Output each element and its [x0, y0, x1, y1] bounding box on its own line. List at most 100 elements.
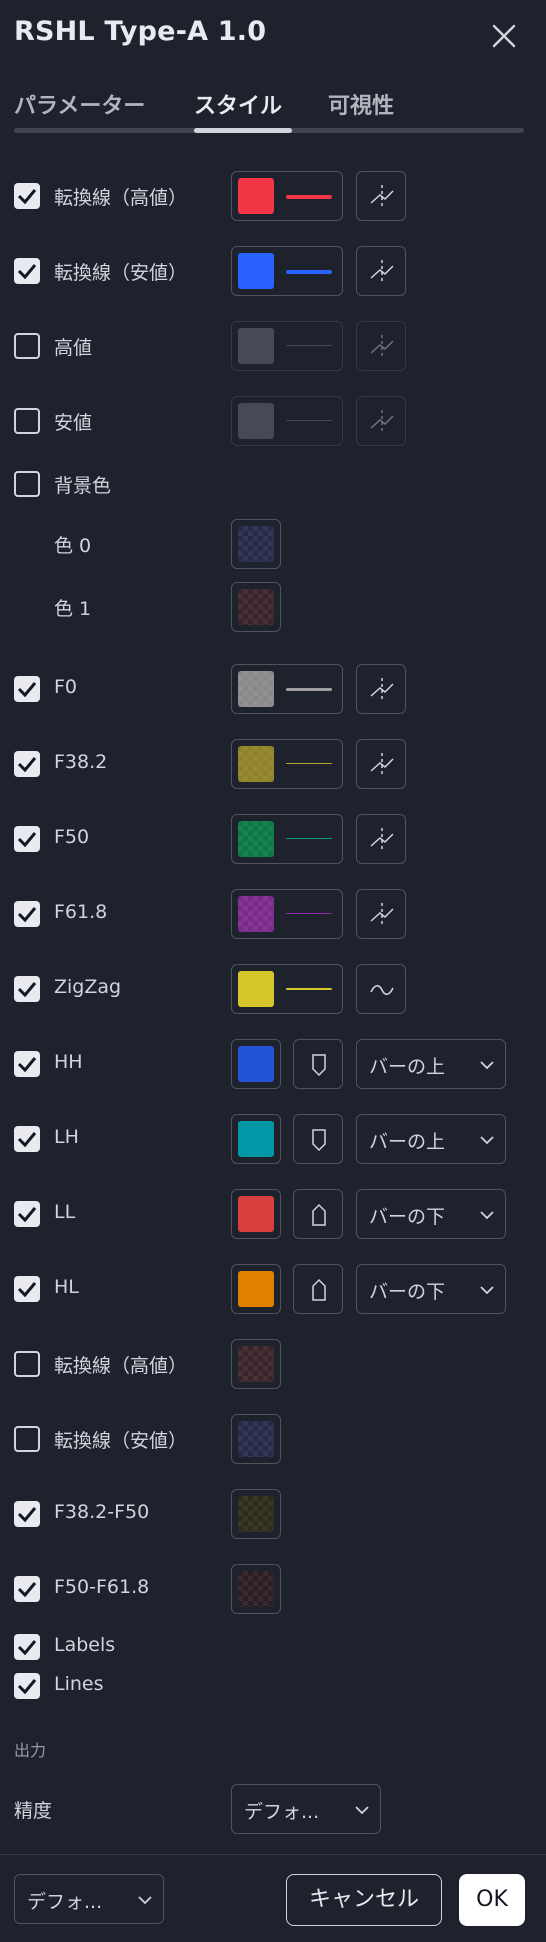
color-line-picker-f61-8[interactable] — [231, 889, 343, 939]
color-picker-hh[interactable] — [231, 1039, 281, 1089]
label-lines: Lines — [54, 1673, 104, 1695]
color-chip — [238, 589, 274, 625]
cancel-button[interactable]: キャンセル — [286, 1874, 442, 1926]
checkbox-lines[interactable] — [14, 1673, 40, 1699]
style-row-low: 安値 — [0, 396, 546, 446]
price-line-toggle[interactable] — [356, 664, 406, 714]
checkbox-high[interactable] — [14, 333, 40, 359]
location-select-hh[interactable]: バーの上 — [356, 1039, 506, 1089]
color-line-picker-f0[interactable] — [231, 664, 343, 714]
label-f0: F0 — [54, 676, 78, 698]
checkbox-f0[interactable] — [14, 676, 40, 702]
label-high: 高値 — [54, 337, 93, 359]
price-line-toggle[interactable] — [356, 396, 406, 446]
style-row-hh: HH バーの上 — [0, 1039, 546, 1089]
color-picker-color-0[interactable] — [231, 519, 281, 569]
color-picker-ll[interactable] — [231, 1189, 281, 1239]
price-line-toggle[interactable] — [356, 814, 406, 864]
chevron-down-icon — [480, 1286, 494, 1295]
color-picker-hl[interactable] — [231, 1264, 281, 1314]
location-select-ll[interactable]: バーの下 — [356, 1189, 506, 1239]
color-picker-color-1[interactable] — [231, 582, 281, 632]
color-line-picker-zigzag[interactable] — [231, 964, 343, 1014]
style-row-fill-f50-f61: F50-F61.8 — [0, 1564, 546, 1614]
checkbox-background[interactable] — [14, 471, 40, 497]
checkbox-fill-f50-f61[interactable] — [14, 1576, 40, 1602]
price-line-toggle[interactable] — [356, 321, 406, 371]
close-icon[interactable] — [490, 22, 518, 50]
price-line-toggle[interactable] — [356, 739, 406, 789]
checkbox-pivot-low[interactable] — [14, 258, 40, 284]
color-line-picker-f50[interactable] — [231, 814, 343, 864]
wave-line-icon — [370, 984, 394, 996]
label-down-icon — [312, 1129, 326, 1152]
dialog-header: RSHL Type-A 1.0 — [0, 0, 546, 72]
color-chip — [238, 403, 274, 439]
checkbox-fill-pivot-high[interactable] — [14, 1351, 40, 1377]
label-low: 安値 — [54, 412, 93, 434]
style-row-f0: F0 — [0, 664, 546, 714]
checkbox-f61-8[interactable] — [14, 901, 40, 927]
label-fill-pivot-low: 転換線（安値） — [54, 1430, 188, 1452]
color-chip — [238, 328, 274, 364]
checkbox-zigzag[interactable] — [14, 976, 40, 1002]
price-line-toggle[interactable] — [356, 889, 406, 939]
color-chip — [238, 1571, 274, 1607]
label-background: 背景色 — [54, 475, 112, 497]
precision-row: 精度 デフォ... — [0, 1784, 546, 1834]
template-select[interactable]: デフォ... — [14, 1874, 164, 1924]
color-line-picker-f38-2[interactable] — [231, 739, 343, 789]
color-picker-fill-pivot-low[interactable] — [231, 1414, 281, 1464]
checkbox-fill-pivot-low[interactable] — [14, 1426, 40, 1452]
color-picker-fill-f50-f61[interactable] — [231, 1564, 281, 1614]
output-section-title: 出力 — [14, 1741, 47, 1760]
label-color-1: 色 1 — [54, 598, 92, 620]
price-line-toggle[interactable] — [356, 171, 406, 221]
checkbox-lh[interactable] — [14, 1126, 40, 1152]
shape-picker-hh[interactable] — [293, 1039, 343, 1089]
shape-picker-lh[interactable] — [293, 1114, 343, 1164]
color-picker-lh[interactable] — [231, 1114, 281, 1164]
style-row-color-0: 色 0 — [0, 519, 546, 569]
color-chip — [238, 1196, 274, 1232]
line-width-preview — [286, 688, 332, 691]
checkbox-ll[interactable] — [14, 1201, 40, 1227]
color-line-picker-low[interactable] — [231, 396, 343, 446]
line-style-toggle[interactable] — [356, 964, 406, 1014]
ok-button[interactable]: OK — [459, 1874, 525, 1926]
tab-parameters[interactable]: パラメーター — [14, 88, 145, 120]
precision-select[interactable]: デフォ... — [231, 1784, 381, 1834]
color-chip — [238, 253, 274, 289]
tab-bar: パラメーター スタイル 可視性 — [14, 84, 524, 136]
price-line-icon — [370, 260, 394, 284]
color-line-picker-pivot-low[interactable] — [231, 246, 343, 296]
checkbox-f50[interactable] — [14, 826, 40, 852]
checkbox-hh[interactable] — [14, 1051, 40, 1077]
checkbox-low[interactable] — [14, 408, 40, 434]
color-line-picker-pivot-high[interactable] — [231, 171, 343, 221]
color-picker-fill-pivot-high[interactable] — [231, 1339, 281, 1389]
tab-visibility[interactable]: 可視性 — [328, 88, 394, 120]
checkbox-hl[interactable] — [14, 1276, 40, 1302]
color-chip — [238, 1046, 274, 1082]
template-value: デフォ... — [27, 1891, 103, 1913]
style-row-zigzag: ZigZag — [0, 964, 546, 1014]
label-ll: LL — [54, 1201, 76, 1223]
location-select-hl[interactable]: バーの下 — [356, 1264, 506, 1314]
tab-style[interactable]: スタイル — [194, 88, 282, 120]
line-width-preview — [286, 838, 332, 839]
color-line-picker-high[interactable] — [231, 321, 343, 371]
checkbox-f38-2[interactable] — [14, 751, 40, 777]
label-hl: HL — [54, 1276, 79, 1298]
footer-divider — [0, 1854, 546, 1855]
color-chip — [238, 971, 274, 1007]
checkbox-pivot-high[interactable] — [14, 183, 40, 209]
shape-picker-ll[interactable] — [293, 1189, 343, 1239]
active-tab-indicator — [194, 128, 292, 133]
price-line-toggle[interactable] — [356, 246, 406, 296]
checkbox-labels[interactable] — [14, 1634, 40, 1660]
color-picker-fill-f38-f50[interactable] — [231, 1489, 281, 1539]
checkbox-fill-f38-f50[interactable] — [14, 1501, 40, 1527]
location-select-lh[interactable]: バーの上 — [356, 1114, 506, 1164]
shape-picker-hl[interactable] — [293, 1264, 343, 1314]
